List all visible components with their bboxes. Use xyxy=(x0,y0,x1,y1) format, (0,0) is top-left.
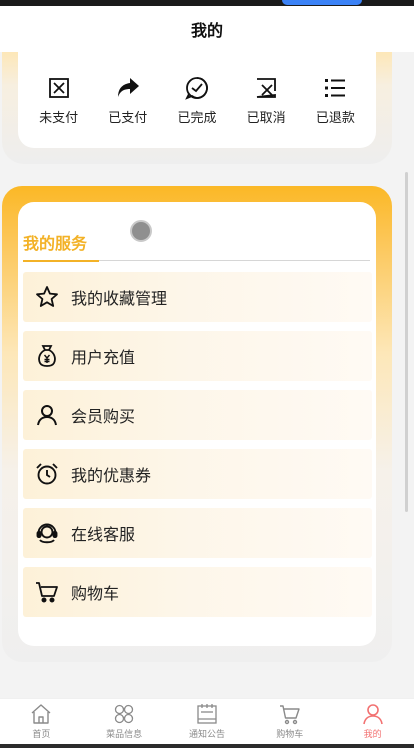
tab-label: 购物车 xyxy=(276,730,304,740)
order-refund-label: 已退款 xyxy=(315,110,355,126)
order-cancelled[interactable]: 已取消 xyxy=(236,75,296,126)
service-item-coupons[interactable]: 我的优惠券 xyxy=(23,449,372,499)
tab-profile[interactable]: 我的 xyxy=(338,703,408,740)
completed-icon xyxy=(185,76,208,100)
service-item-label: 会员购买 xyxy=(71,407,136,426)
order-paid-label: 已支付 xyxy=(108,110,148,126)
service-item-support[interactable]: 在线客服 xyxy=(23,508,372,558)
service-item-label: 我的收藏管理 xyxy=(71,289,168,308)
cancelled-icon xyxy=(257,77,277,98)
order-refund[interactable]: 已退款 xyxy=(305,75,365,126)
tab-label: 菜品信息 xyxy=(106,730,143,740)
tab-label: 首页 xyxy=(32,730,51,740)
service-card: 我的服务 我的收藏管理 用户充值 会员购买 我的优惠券 在线客服 购物车 xyxy=(18,202,376,646)
service-item-label: 购物车 xyxy=(71,584,120,603)
headset-icon xyxy=(36,523,58,544)
touch-indicator xyxy=(130,220,152,242)
notice-icon xyxy=(197,704,217,724)
money-bag-icon xyxy=(38,345,56,367)
service-panel: 我的服务 我的收藏管理 用户充值 会员购买 我的优惠券 在线客服 购物车 xyxy=(2,186,392,662)
bottom-edge xyxy=(0,744,414,748)
service-item-label: 在线客服 xyxy=(71,525,136,544)
order-paid[interactable]: 已支付 xyxy=(98,75,158,126)
scrollbar[interactable] xyxy=(405,172,408,512)
paid-share-icon xyxy=(117,77,139,97)
service-item-label: 我的优惠券 xyxy=(71,466,152,485)
service-list: 我的收藏管理 用户充值 会员购买 我的优惠券 在线客服 购物车 xyxy=(23,272,372,626)
grid-icon xyxy=(115,704,134,724)
order-panel: 未支付 已支付 已完成 已取消 已退款 xyxy=(2,52,392,164)
app-root: 我的 未支付 已支付 已完成 已取消 已退款 我的服务 我的收藏管理 用户充值 … xyxy=(0,0,414,748)
page-title: 我的 xyxy=(190,21,223,40)
service-item-label: 用户充值 xyxy=(71,348,136,367)
tab-home[interactable]: 首页 xyxy=(6,703,76,740)
service-item-membership[interactable]: 会员购买 xyxy=(23,390,372,440)
order-unpaid-label: 未支付 xyxy=(39,110,79,126)
order-cancelled-label: 已取消 xyxy=(246,110,286,126)
order-completed[interactable]: 已完成 xyxy=(167,75,227,126)
refund-list-icon xyxy=(325,78,346,97)
status-pill xyxy=(282,0,362,5)
alarm-clock-icon xyxy=(36,463,58,485)
service-title-underline xyxy=(23,260,99,262)
tab-notices[interactable]: 通知公告 xyxy=(172,703,242,740)
order-completed-label: 已完成 xyxy=(177,110,217,126)
tab-label: 我的 xyxy=(363,730,382,740)
service-title: 我的服务 xyxy=(23,234,88,253)
cart-icon xyxy=(36,582,58,603)
tab-label: 通知公告 xyxy=(188,730,225,740)
service-item-favorites[interactable]: 我的收藏管理 xyxy=(23,272,372,322)
page-header: 我的 xyxy=(0,6,414,52)
tab-dishes[interactable]: 菜品信息 xyxy=(89,703,159,740)
service-header: 我的服务 xyxy=(18,202,376,262)
profile-icon xyxy=(362,704,383,725)
user-icon xyxy=(37,405,57,426)
home-icon xyxy=(31,704,51,724)
tab-cart[interactable]: 购物车 xyxy=(255,703,325,740)
service-item-cart[interactable]: 购物车 xyxy=(23,567,372,617)
order-status-card: 未支付 已支付 已完成 已取消 已退款 xyxy=(18,52,376,148)
service-item-recharge[interactable]: 用户充值 xyxy=(23,331,372,381)
star-icon xyxy=(36,286,58,307)
order-unpaid[interactable]: 未支付 xyxy=(29,75,89,126)
cart-icon xyxy=(279,705,300,725)
unpaid-icon xyxy=(48,77,69,98)
bottom-tabbar: 首页 菜品信息 通知公告 购物车 我的 xyxy=(0,698,414,748)
